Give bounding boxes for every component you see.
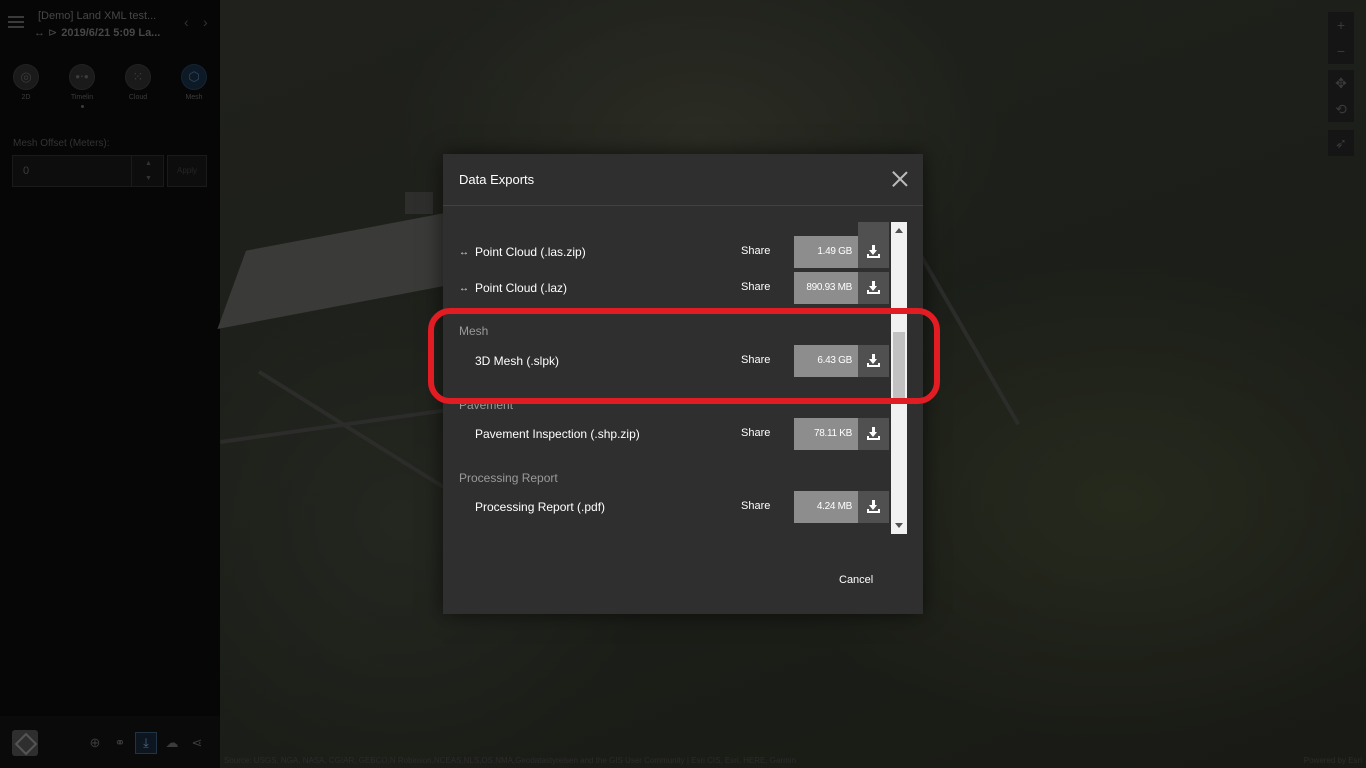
link-icon[interactable]: ⚭ — [111, 734, 129, 752]
rotate-icon[interactable]: ⟲ — [1328, 96, 1354, 122]
download-icon[interactable]: ⤓ — [135, 732, 157, 754]
active-dot — [80, 105, 84, 108]
point-cloud-arrows-icon: ↔ — [459, 247, 469, 258]
mesh-offset-stepper[interactable]: ▲ ▼ — [131, 156, 165, 186]
view-mode-2d[interactable]: ◎ 2D — [0, 64, 54, 101]
mesh-offset-input[interactable]: 0 ▲ ▼ — [12, 155, 164, 187]
pan-icon[interactable]: ✥ — [1328, 70, 1354, 96]
mesh-cube-icon: ⬡ — [181, 64, 207, 90]
view-mode-mesh[interactable]: ⬡ Mesh — [166, 64, 222, 101]
share-link[interactable]: Share — [741, 245, 770, 257]
cloud-upload-icon[interactable]: ☁ — [163, 734, 181, 752]
point-cloud-icon: ⁙ — [125, 64, 151, 90]
mesh-offset-apply-button[interactable]: Apply — [167, 155, 207, 187]
map-attribution: Source: USGS, NGA, NASA, CGIAR, GEBCO,N … — [224, 756, 797, 765]
export-row-point-cloud-laszip: ↔ Point Cloud (.las.zip) Share 1.49 GB — [443, 236, 891, 268]
download-icon — [867, 281, 880, 294]
export-list-scrollbar[interactable] — [891, 222, 907, 534]
scrollbar-thumb[interactable] — [893, 332, 905, 398]
export-list[interactable]: ↔ Point Cloud (.las.zip) Share 1.49 GB ↔… — [443, 222, 891, 534]
download-icon — [867, 500, 880, 513]
scroll-up-arrow-icon[interactable] — [895, 228, 903, 233]
download-icon — [867, 354, 880, 367]
share-icon[interactable]: ⋖ — [188, 734, 206, 752]
export-name: Processing Report (.pdf) — [475, 500, 606, 514]
download-button[interactable] — [858, 345, 889, 377]
file-size: 6.43 GB — [794, 345, 858, 377]
mesh-offset-value: 0 — [23, 165, 30, 177]
hamburger-menu-icon[interactable] — [8, 16, 24, 30]
export-name: Point Cloud (.laz) — [475, 281, 568, 295]
view-mode-2d-label: 2D — [21, 94, 31, 101]
view-mode-cloud-label: Cloud — [128, 94, 148, 101]
export-row-processing-report: Processing Report (.pdf) Share 4.24 MB — [443, 491, 891, 523]
project-subtitle: ↔ ⊳ 2019/6/21 5:09 La... — [34, 26, 160, 39]
download-icon — [867, 245, 880, 258]
scroll-down-arrow-icon[interactable] — [895, 523, 903, 528]
map-terrain-pad — [405, 192, 433, 214]
share-link[interactable]: Share — [741, 500, 770, 512]
section-label-pavement: Pavement — [459, 398, 514, 412]
map-road — [220, 403, 479, 444]
dialog-title: Data Exports — [459, 172, 535, 187]
download-button[interactable] — [858, 418, 889, 450]
map-road — [916, 250, 1020, 426]
view-mode-timeline-label: Timelin — [70, 94, 94, 101]
fingerprint-icon: ◎ — [13, 64, 39, 90]
mesh-offset-label: Mesh Offset (Meters): — [13, 138, 110, 149]
project-title: [Demo] Land XML test... — [38, 10, 157, 22]
download-button[interactable] — [858, 236, 889, 268]
export-row-3d-mesh: 3D Mesh (.slpk) Share 6.43 GB — [443, 345, 891, 377]
compass-icon[interactable]: ➶ — [1328, 130, 1354, 156]
share-link[interactable]: Share — [741, 354, 770, 366]
point-cloud-arrows-icon: ↔ — [459, 283, 469, 294]
project-subtitle-glyphs: ↔ ⊳ — [34, 27, 58, 39]
timeline-icon: •‧• — [69, 64, 95, 90]
export-name: 3D Mesh (.slpk) — [475, 354, 560, 368]
app-logo-icon[interactable] — [12, 730, 38, 756]
share-link[interactable]: Share — [741, 427, 770, 439]
chevron-right-icon[interactable]: › — [203, 14, 208, 30]
close-icon[interactable] — [891, 170, 909, 188]
file-size: 890.93 MB — [794, 272, 858, 304]
section-label-mesh: Mesh — [459, 324, 489, 338]
export-name: Pavement Inspection (.shp.zip) — [475, 427, 640, 441]
cancel-button[interactable]: Cancel — [839, 574, 873, 586]
download-button[interactable] — [858, 272, 889, 304]
project-date: 2019/6/21 5:09 La... — [61, 27, 161, 39]
powered-by-esri[interactable]: Powered by Esri — [1304, 756, 1362, 765]
dialog-header: Data Exports — [443, 154, 923, 206]
sidebar-bottom-toolbar: ⊕ ⚭ ⤓ ☁ ⋖ — [0, 716, 220, 768]
share-link[interactable]: Share — [741, 281, 770, 293]
download-icon — [867, 427, 880, 440]
add-circle-icon[interactable]: ⊕ — [86, 734, 104, 752]
map-terrain-pad — [217, 207, 477, 329]
export-name: Point Cloud (.las.zip) — [475, 245, 586, 259]
file-size: 4.24 MB — [794, 491, 858, 523]
chevron-left-icon[interactable]: ‹ — [184, 14, 189, 30]
left-sidebar: [Demo] Land XML test... ↔ ⊳ 2019/6/21 5:0… — [0, 0, 220, 768]
download-button[interactable] — [858, 491, 889, 523]
export-row-point-cloud-laz: ↔ Point Cloud (.laz) Share 890.93 MB — [443, 272, 891, 304]
export-row-pavement: Pavement Inspection (.shp.zip) Share 78.… — [443, 418, 891, 450]
view-mode-timeline[interactable]: •‧• Timelin — [54, 64, 110, 108]
view-mode-cloud[interactable]: ⁙ Cloud — [110, 64, 166, 101]
section-label-report: Processing Report — [459, 471, 558, 485]
file-size: 1.49 GB — [794, 236, 858, 268]
file-size: 78.11 KB — [794, 418, 858, 450]
view-mode-mesh-label: Mesh — [185, 94, 203, 101]
zoom-in-button[interactable]: + — [1328, 12, 1354, 38]
zoom-out-button[interactable]: − — [1328, 38, 1354, 64]
data-exports-dialog: Data Exports ↔ Point Cloud (.las.zip) Sh… — [443, 154, 923, 614]
